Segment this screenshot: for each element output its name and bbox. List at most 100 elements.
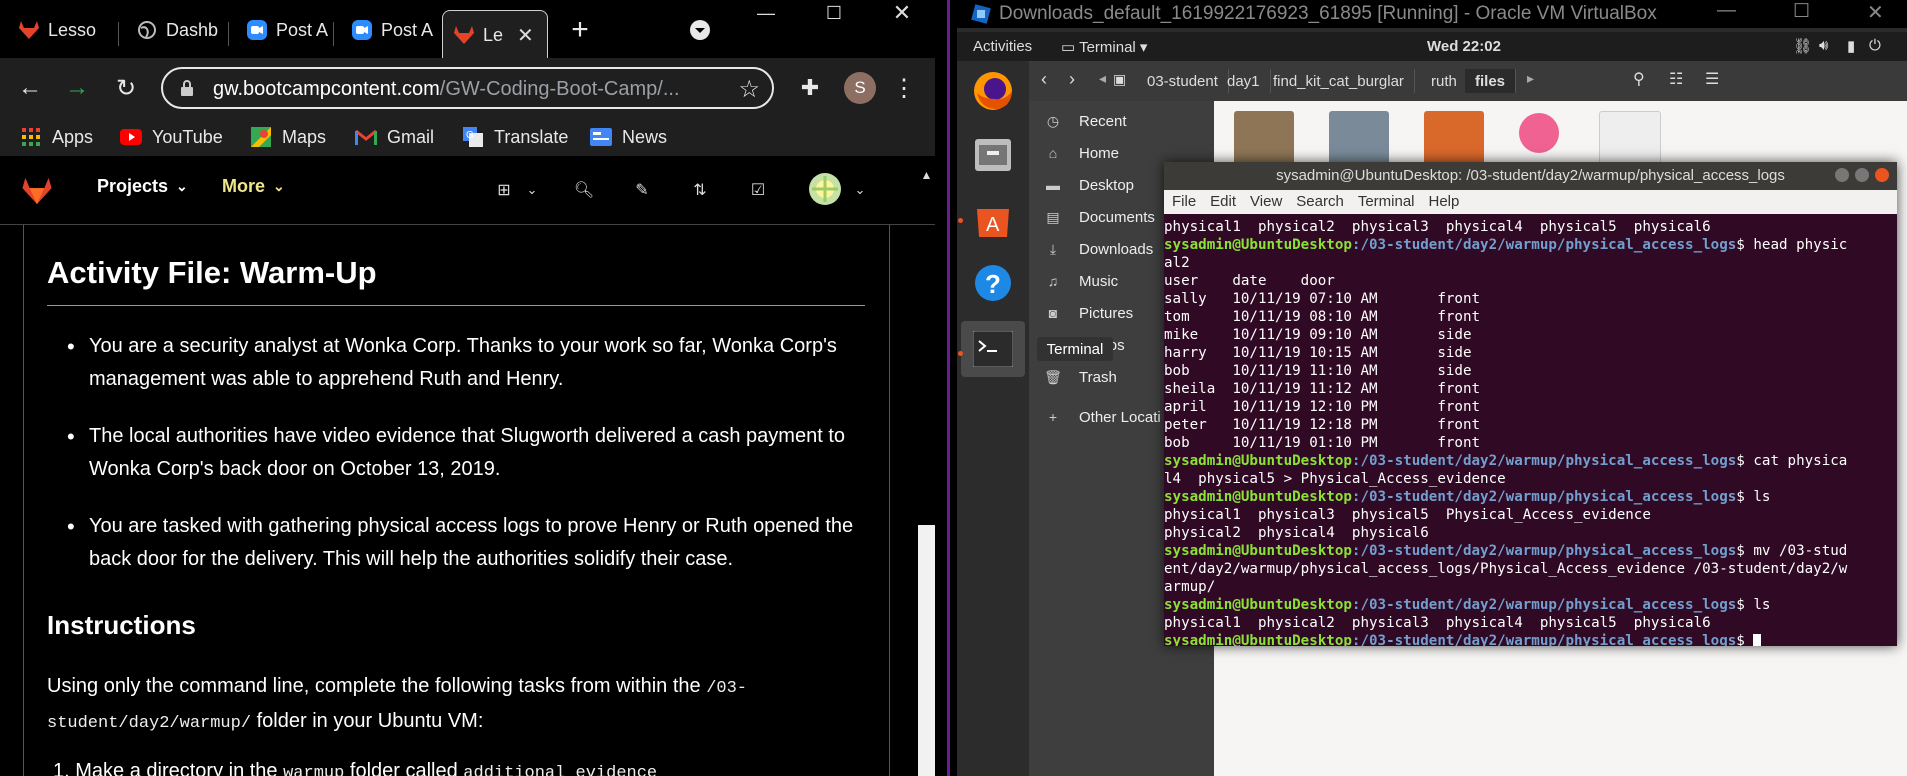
breadcrumb-left-icon[interactable]: ◂ bbox=[1099, 70, 1106, 87]
todo-check-icon[interactable]: ☑ bbox=[744, 176, 772, 204]
terminal-window[interactable]: sysadmin@UbuntuDesktop: /03-student/day2… bbox=[1164, 162, 1897, 646]
bookmark-maps[interactable]: Maps bbox=[250, 124, 326, 150]
terminal-line: april 10/11/19 12:10 PM front bbox=[1164, 399, 1481, 415]
reload-icon[interactable]: ↻ bbox=[106, 68, 146, 108]
terminal-line: l4 physical5 > Physical_Access_evidence bbox=[1164, 471, 1506, 487]
app-menu[interactable]: ▭ Terminal ▾ bbox=[1061, 38, 1147, 56]
translate-icon: G bbox=[462, 126, 484, 148]
breadcrumb-03-student[interactable]: 03-student bbox=[1137, 69, 1229, 93]
lock-icon bbox=[180, 79, 194, 102]
prompt-user: sysadmin@UbuntuDesktop bbox=[1164, 489, 1352, 505]
search-icon[interactable]: 🔍︎ bbox=[570, 176, 598, 204]
sidebar-item-label: Trash bbox=[1079, 368, 1117, 386]
tab-label: Post A bbox=[276, 19, 329, 40]
gitlab-icon bbox=[453, 24, 475, 46]
menu-file[interactable]: File bbox=[1172, 193, 1196, 210]
image-thumbnail[interactable] bbox=[1519, 113, 1559, 153]
tab-search-icon[interactable] bbox=[680, 10, 720, 50]
battery-icon[interactable]: ▮ bbox=[1847, 37, 1855, 55]
bookmark-apps[interactable]: Apps bbox=[20, 124, 93, 150]
tab-gitlab-lesson[interactable]: Lesso bbox=[0, 10, 118, 50]
menu-search[interactable]: Search bbox=[1296, 193, 1344, 210]
dock-tooltip: Terminal bbox=[1037, 337, 1113, 361]
menu-help[interactable]: Help bbox=[1429, 193, 1460, 210]
help-icon[interactable]: ? bbox=[969, 259, 1017, 307]
chevron-down-icon[interactable]: ⌄ bbox=[518, 176, 546, 204]
tab-dashboard[interactable]: Dashb bbox=[118, 10, 228, 50]
more-menu[interactable]: More ⌄ bbox=[222, 176, 285, 197]
sidebar-item-recent[interactable]: ◷ Recent bbox=[1029, 107, 1214, 135]
breadcrumb-find-kit-cat-burglar[interactable]: find_kit_cat_burglar bbox=[1263, 69, 1415, 93]
tab-label: Le bbox=[483, 24, 504, 45]
prompt-path: :/03-student/day2/warmup/physical_access… bbox=[1351, 597, 1737, 613]
command-text: $ ls bbox=[1736, 597, 1771, 613]
bookmark-star-icon[interactable]: ☆ bbox=[738, 75, 760, 104]
gitlab-logo-icon[interactable] bbox=[20, 174, 54, 208]
bookmark-gmail[interactable]: Gmail bbox=[355, 124, 434, 150]
maximize-icon[interactable]: ☐ bbox=[808, 0, 860, 26]
list-item: The local authorities have video evidenc… bbox=[67, 420, 869, 486]
plus-square-icon[interactable]: ⊞ bbox=[490, 176, 518, 204]
maximize-icon[interactable] bbox=[1855, 168, 1869, 182]
merge-request-icon[interactable]: ⇅ bbox=[686, 176, 714, 204]
address-bar[interactable]: gw.bootcampcontent.com/GW-Coding-Boot-Ca… bbox=[161, 67, 774, 109]
tab-zoom-post-2[interactable]: Post A bbox=[333, 10, 438, 50]
chrome-menu-icon[interactable]: ⋮ bbox=[884, 68, 924, 108]
breadcrumb-ruth[interactable]: ruth bbox=[1421, 69, 1468, 93]
maximize-icon[interactable]: ☐ bbox=[1793, 0, 1810, 23]
gitlab-navbar: Projects ⌄ More ⌄ ⊞ ⌄ 🔍︎ ✎ ⇅ ☑ ⌄ bbox=[0, 156, 935, 225]
back-arrow-icon[interactable]: ← bbox=[10, 68, 50, 108]
extensions-puzzle-icon[interactable]: ✚ bbox=[790, 68, 830, 108]
bookmark-youtube[interactable]: YouTube bbox=[120, 124, 223, 150]
forward-arrow-icon[interactable]: → bbox=[57, 68, 97, 108]
menu-view[interactable]: View bbox=[1250, 193, 1282, 210]
tab-zoom-post-1[interactable]: Post A bbox=[228, 10, 333, 50]
new-tab-button[interactable]: + bbox=[560, 10, 600, 50]
view-options-icon[interactable]: ☷ bbox=[1669, 69, 1683, 89]
network-icon[interactable]: ⛓ bbox=[1793, 37, 1812, 55]
forward-arrow-icon[interactable]: › bbox=[1069, 69, 1075, 90]
minimize-icon[interactable] bbox=[1835, 168, 1849, 182]
close-window-icon[interactable]: ✕ bbox=[1867, 0, 1884, 25]
bookmark-translate[interactable]: G Translate bbox=[462, 124, 568, 150]
hamburger-menu-icon[interactable]: ☰ bbox=[1705, 69, 1719, 89]
content-border bbox=[889, 225, 890, 776]
content-border bbox=[23, 225, 24, 776]
software-center-icon[interactable]: A bbox=[969, 195, 1017, 243]
clock[interactable]: Wed 22:02 bbox=[1427, 38, 1501, 55]
menu-edit[interactable]: Edit bbox=[1210, 193, 1236, 210]
breadcrumb-files[interactable]: files bbox=[1465, 69, 1517, 93]
url-domain: gw.bootcampcontent.com bbox=[213, 78, 440, 100]
back-arrow-icon[interactable]: ‹ bbox=[1041, 69, 1047, 90]
minimize-icon[interactable]: — bbox=[1717, 0, 1736, 22]
instructions-heading: Instructions bbox=[47, 610, 196, 640]
tab-gitlab-active[interactable]: Le ✕ bbox=[442, 10, 548, 59]
volume-icon[interactable]: 🔊︎ bbox=[1819, 37, 1828, 54]
search-icon[interactable]: ⚲ bbox=[1633, 69, 1645, 89]
breadcrumb-right-icon[interactable]: ▸ bbox=[1527, 70, 1534, 87]
terminal-line: physical2 physical4 physical6 bbox=[1164, 525, 1429, 541]
user-avatar[interactable] bbox=[808, 172, 842, 206]
files-icon[interactable] bbox=[969, 131, 1017, 179]
terminal-output[interactable]: physical1 physical2 physical3 physical4 … bbox=[1164, 214, 1897, 646]
power-icon[interactable]: ⏻ bbox=[1869, 37, 1881, 54]
drive-icon[interactable]: ▣ bbox=[1113, 71, 1126, 88]
scrollbar[interactable] bbox=[918, 525, 935, 776]
activities-button[interactable]: Activities bbox=[973, 38, 1032, 55]
close-tab-icon[interactable]: ✕ bbox=[517, 23, 534, 48]
terminal-title: sysadmin@UbuntuDesktop: /03-student/day2… bbox=[1276, 167, 1785, 184]
scroll-up-arrow-icon[interactable]: ▲ bbox=[918, 168, 935, 186]
projects-menu[interactable]: Projects ⌄ bbox=[97, 176, 188, 197]
issues-icon[interactable]: ✎ bbox=[628, 176, 656, 204]
bookmark-news[interactable]: News bbox=[590, 124, 667, 150]
close-window-icon[interactable] bbox=[1875, 168, 1889, 182]
firefox-icon[interactable] bbox=[969, 67, 1017, 115]
menu-terminal[interactable]: Terminal bbox=[1358, 193, 1415, 210]
minimize-icon[interactable]: — bbox=[740, 0, 792, 26]
chevron-down-icon[interactable]: ⌄ bbox=[846, 176, 874, 204]
close-window-icon[interactable]: ✕ bbox=[876, 0, 928, 26]
window-divider bbox=[935, 0, 957, 776]
text: 1. Make a directory in the bbox=[53, 760, 284, 776]
profile-avatar[interactable]: S bbox=[840, 68, 880, 108]
terminal-dock-icon[interactable] bbox=[961, 321, 1025, 377]
